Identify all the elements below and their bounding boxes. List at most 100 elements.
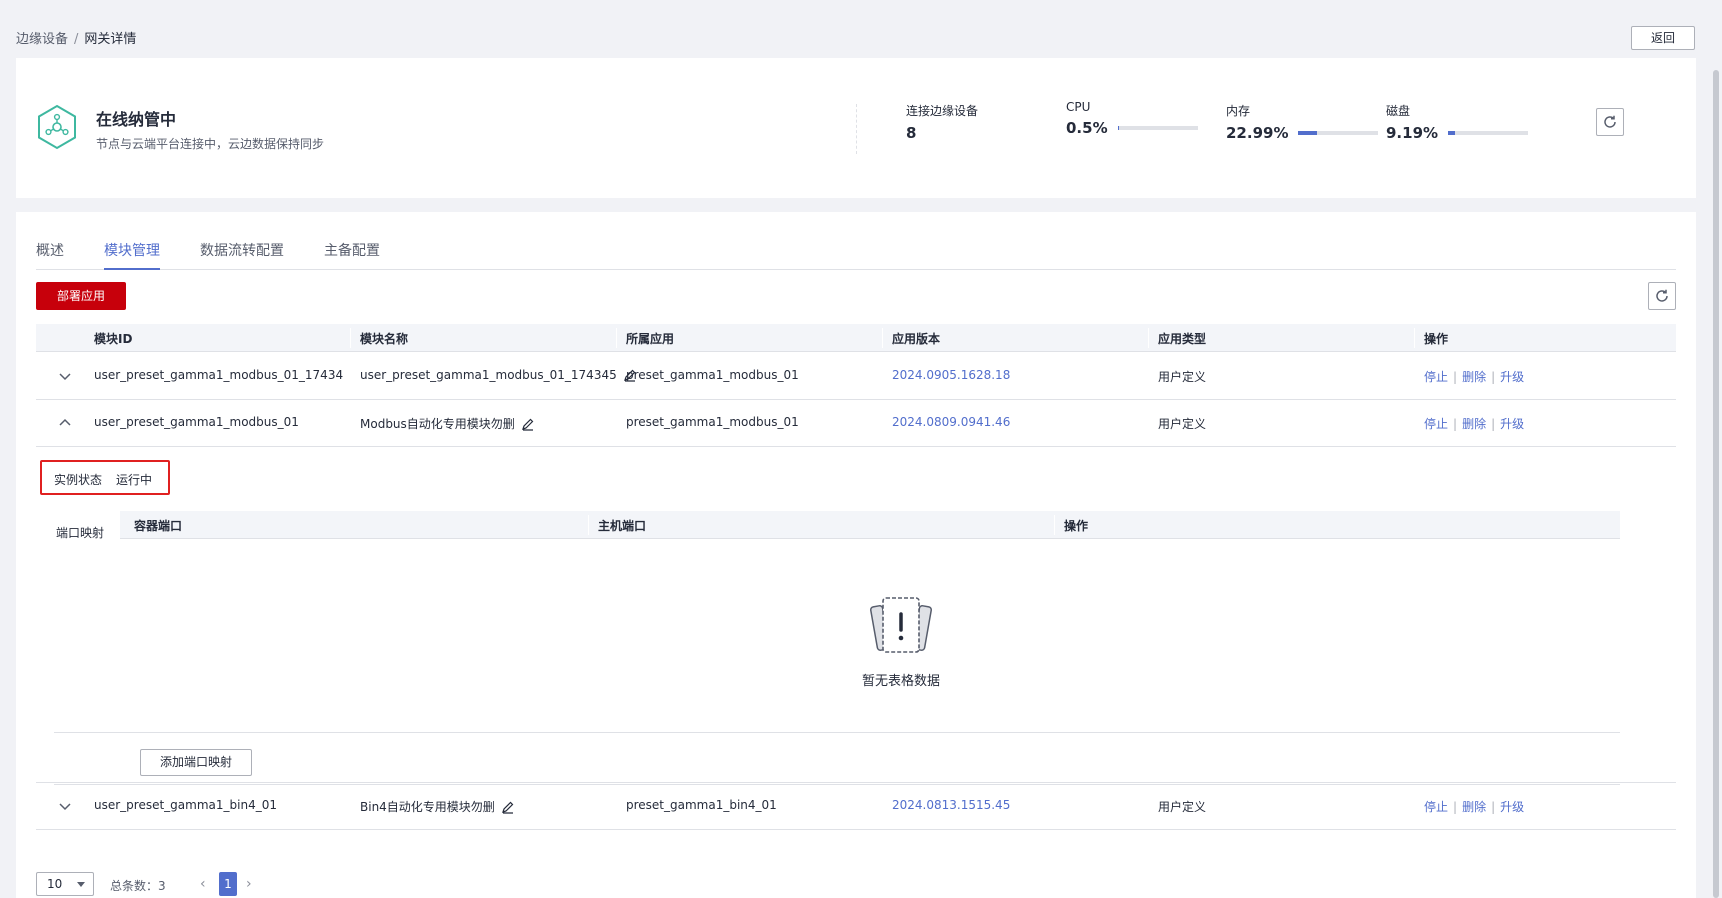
breadcrumb: 边缘设备 / 网关详情 xyxy=(16,28,136,47)
upgrade-link[interactable]: 升级 xyxy=(1500,370,1524,384)
table-row: user_preset_gamma1_modbus_01 Modbus自动化专用… xyxy=(36,400,1676,447)
row-actions: 停止 | 删除 | 升级 xyxy=(1424,417,1525,431)
refresh-table-button[interactable] xyxy=(1648,282,1676,310)
col-type: 应用类型 xyxy=(1148,328,1206,348)
cpu-usage-bar xyxy=(1117,126,1198,130)
instance-status-label: 实例状态 xyxy=(54,473,103,487)
module-detail-panel: 实例状态 运行中 端口映射 容器端口 主机端口 操作 暂无表格数据 添加端口映射 xyxy=(36,447,1676,827)
chevron-down-icon[interactable] xyxy=(56,367,74,385)
breadcrumb-parent[interactable]: 边缘设备 xyxy=(16,32,68,47)
module-app: preset_gamma1_modbus_01 xyxy=(626,368,799,382)
row-actions: 停止 | 删除 | 升级 xyxy=(1424,370,1525,384)
page-size-select[interactable]: 10 xyxy=(36,872,94,896)
module-id: user_preset_gamma1_bin4_01 xyxy=(94,798,277,812)
module-app: preset_gamma1_bin4_01 xyxy=(626,798,777,812)
stat-cpu: CPU 0.5% xyxy=(1066,100,1198,137)
table-row: user_preset_gamma1_modbus_01_174345... u… xyxy=(36,353,1676,400)
stats-divider xyxy=(856,104,857,154)
stop-link[interactable]: 停止 xyxy=(1424,370,1448,384)
refresh-icon xyxy=(1656,289,1668,302)
module-version-link[interactable]: 2024.0905.1628.18 xyxy=(892,368,1010,382)
refresh-icon xyxy=(1604,115,1616,128)
empty-table-icon xyxy=(869,597,933,653)
col-module-name: 模块名称 xyxy=(350,328,408,348)
col-port-actions: 操作 xyxy=(1054,515,1088,535)
gateway-status-icon xyxy=(38,104,76,150)
port-mapping-label: 端口映射 xyxy=(56,526,105,540)
stat-label: 磁盘 xyxy=(1386,104,1411,118)
deploy-app-button[interactable]: 部署应用 xyxy=(36,282,126,310)
row-actions: 停止 | 删除 | 升级 xyxy=(1424,800,1525,814)
module-type: 用户定义 xyxy=(1158,417,1207,431)
status-subtitle: 节点与云端平台连接中，云边数据保持同步 xyxy=(96,137,325,151)
stop-link[interactable]: 停止 xyxy=(1424,800,1448,814)
disk-usage-fill xyxy=(1448,131,1456,135)
next-page-icon[interactable]: › xyxy=(246,876,252,892)
delete-link[interactable]: 删除 xyxy=(1462,800,1486,814)
tab-data-flow-config[interactable]: 数据流转配置 xyxy=(200,240,284,270)
back-button[interactable]: 返回 xyxy=(1631,26,1695,50)
tab-overview[interactable]: 概述 xyxy=(36,240,64,270)
col-version: 应用版本 xyxy=(882,328,940,348)
memory-usage-bar xyxy=(1298,131,1379,135)
upgrade-link[interactable]: 升级 xyxy=(1500,417,1524,431)
stop-link[interactable]: 停止 xyxy=(1424,417,1448,431)
divider xyxy=(54,732,1620,733)
table-row: user_preset_gamma1_bin4_01 Bin4自动化专用模块勿删… xyxy=(36,782,1676,830)
module-version-link[interactable]: 2024.0809.0941.46 xyxy=(892,415,1010,429)
stat-label: CPU xyxy=(1066,100,1091,114)
caret-down-icon xyxy=(77,882,85,887)
scrollbar-thumb[interactable] xyxy=(1713,70,1719,898)
col-actions: 操作 xyxy=(1414,328,1448,348)
breadcrumb-current: 网关详情 xyxy=(84,32,137,47)
page-number-current[interactable]: 1 xyxy=(219,872,237,896)
chevron-up-icon[interactable] xyxy=(56,414,74,432)
module-id: user_preset_gamma1_modbus_01_174345... xyxy=(94,368,344,382)
tab-bar: 概述 模块管理 数据流转配置 主备配置 xyxy=(36,240,1676,270)
edit-pencil-icon[interactable] xyxy=(521,417,535,431)
stat-connected-devices: 连接边缘设备 8 xyxy=(906,102,978,142)
chevron-down-icon[interactable] xyxy=(56,797,74,815)
upgrade-link[interactable]: 升级 xyxy=(1500,800,1524,814)
col-container-port: 容器端口 xyxy=(134,519,183,533)
stat-value: 9.19% xyxy=(1386,124,1439,142)
module-id: user_preset_gamma1_modbus_01 xyxy=(94,415,299,429)
cpu-usage-fill xyxy=(1117,126,1119,130)
add-port-mapping-button[interactable]: 添加端口映射 xyxy=(140,749,252,776)
total-count: 总条数：3 xyxy=(110,879,166,893)
edit-pencil-icon[interactable] xyxy=(501,800,515,814)
col-host-port: 主机端口 xyxy=(588,515,646,535)
module-name: Modbus自动化专用模块勿删 xyxy=(360,415,535,432)
breadcrumb-separator: / xyxy=(74,32,79,47)
vertical-scrollbar[interactable] xyxy=(1710,0,1722,898)
gateway-status-card: 在线纳管中 节点与云端平台连接中，云边数据保持同步 连接边缘设备 8 CPU 0… xyxy=(16,58,1696,198)
tab-primary-backup-config[interactable]: 主备配置 xyxy=(324,240,380,270)
tab-module-management[interactable]: 模块管理 xyxy=(104,240,160,270)
module-table-header: 模块ID 模块名称 所属应用 应用版本 应用类型 操作 xyxy=(36,324,1676,352)
module-version-link[interactable]: 2024.0813.1515.45 xyxy=(892,798,1010,812)
col-app: 所属应用 xyxy=(616,328,674,348)
refresh-stats-button[interactable] xyxy=(1596,108,1624,136)
instance-status-value: 运行中 xyxy=(116,473,153,487)
delete-link[interactable]: 删除 xyxy=(1462,417,1486,431)
stat-value: 0.5% xyxy=(1066,119,1108,137)
module-app: preset_gamma1_modbus_01 xyxy=(626,415,799,429)
port-table-header: 容器端口 主机端口 操作 xyxy=(120,511,1620,539)
module-name: Bin4自动化专用模块勿删 xyxy=(360,798,515,815)
stat-label: 连接边缘设备 xyxy=(906,104,979,118)
stat-value: 8 xyxy=(906,124,917,142)
module-panel: 概述 模块管理 数据流转配置 主备配置 部署应用 模块ID 模块名称 所属应用 … xyxy=(16,212,1696,898)
disk-usage-bar xyxy=(1448,131,1529,135)
module-type: 用户定义 xyxy=(1158,800,1207,814)
stat-disk: 磁盘 9.19% xyxy=(1386,102,1529,142)
memory-usage-fill xyxy=(1298,131,1317,135)
prev-page-icon[interactable]: ‹ xyxy=(200,876,206,892)
stat-label: 内存 xyxy=(1226,104,1251,118)
empty-table-text: 暂无表格数据 xyxy=(861,674,940,689)
module-name: user_preset_gamma1_modbus_01_174345 xyxy=(360,368,637,382)
delete-link[interactable]: 删除 xyxy=(1462,370,1486,384)
instance-status-highlight: 实例状态 运行中 xyxy=(40,460,170,495)
module-type: 用户定义 xyxy=(1158,370,1207,384)
stat-value: 22.99% xyxy=(1226,124,1289,142)
stat-memory: 内存 22.99% xyxy=(1226,102,1379,142)
